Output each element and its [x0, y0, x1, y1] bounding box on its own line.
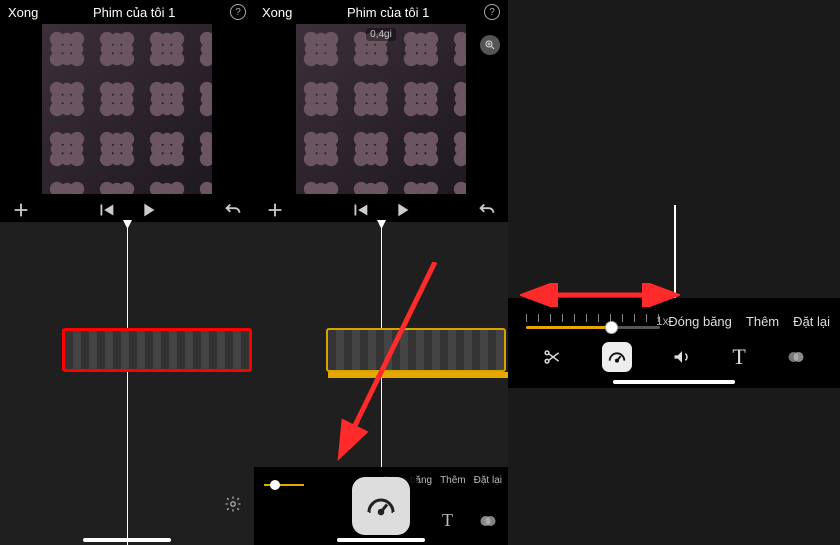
undo-icon[interactable]	[476, 199, 498, 221]
skip-back-icon[interactable]	[349, 199, 371, 221]
home-indicator	[613, 380, 735, 384]
add-button[interactable]: Thêm	[746, 314, 779, 329]
filter-tool-icon[interactable]	[478, 511, 498, 531]
transport-bar	[254, 198, 508, 222]
volume-tool-icon[interactable]	[672, 347, 692, 367]
timecode-badge: 0,4gi	[366, 28, 396, 41]
done-button[interactable]: Xong	[262, 5, 292, 20]
play-icon[interactable]	[391, 199, 413, 221]
video-preview[interactable]	[42, 24, 212, 194]
speed-slider-knob[interactable]	[605, 321, 618, 334]
video-preview[interactable]	[296, 24, 466, 194]
speed-controls-closeup: 1x Đóng băng Thêm Đặt lại T	[508, 0, 840, 545]
add-media-icon[interactable]	[264, 199, 286, 221]
speed-value-label: 1x	[656, 314, 669, 328]
reset-label[interactable]: Đặt lại	[474, 475, 502, 486]
speed-slider-mini[interactable]	[264, 475, 304, 489]
home-indicator	[83, 538, 171, 542]
filter-tool-icon[interactable]	[786, 347, 806, 367]
title-tool-icon[interactable]: T	[732, 344, 745, 370]
add-media-icon[interactable]	[10, 199, 32, 221]
split-tool-icon[interactable]	[542, 347, 562, 367]
selected-clip[interactable]	[62, 328, 252, 372]
transport-bar	[0, 198, 254, 222]
speed-slider[interactable]	[526, 314, 660, 334]
playhead[interactable]	[127, 222, 128, 545]
play-icon[interactable]	[137, 199, 159, 221]
editor-screen-step2: Xong Phim của tôi 1 ? 0,4gi Đ	[254, 0, 508, 545]
reset-button[interactable]: Đặt lại	[793, 314, 830, 329]
project-title: Phim của tôi 1	[93, 5, 175, 20]
playhead	[674, 205, 676, 300]
clip-toolbar: Đóng băng Thêm Đặt lại T	[254, 467, 508, 545]
toolbar-strip: 1x Đóng băng Thêm Đặt lại T	[508, 298, 840, 388]
editor-screen-step1: Xong Phim của tôi 1 ?	[0, 0, 254, 545]
title-tool-icon[interactable]: T	[442, 510, 453, 531]
speed-tool-icon[interactable]	[602, 342, 632, 372]
speed-tool-highlight[interactable]	[352, 477, 410, 535]
timeline[interactable]	[0, 222, 254, 545]
help-icon[interactable]: ?	[230, 4, 246, 20]
project-title: Phim của tôi 1	[347, 5, 429, 20]
freeze-button[interactable]: Đóng băng	[668, 314, 732, 329]
done-button[interactable]: Xong	[8, 5, 38, 20]
selected-clip-speed[interactable]	[326, 328, 506, 372]
undo-icon[interactable]	[222, 199, 244, 221]
zoom-icon[interactable]	[480, 35, 500, 55]
skip-back-icon[interactable]	[95, 199, 117, 221]
add-label[interactable]: Thêm	[440, 475, 466, 486]
help-icon[interactable]: ?	[484, 4, 500, 20]
home-indicator	[337, 538, 425, 542]
settings-icon[interactable]	[222, 493, 244, 515]
